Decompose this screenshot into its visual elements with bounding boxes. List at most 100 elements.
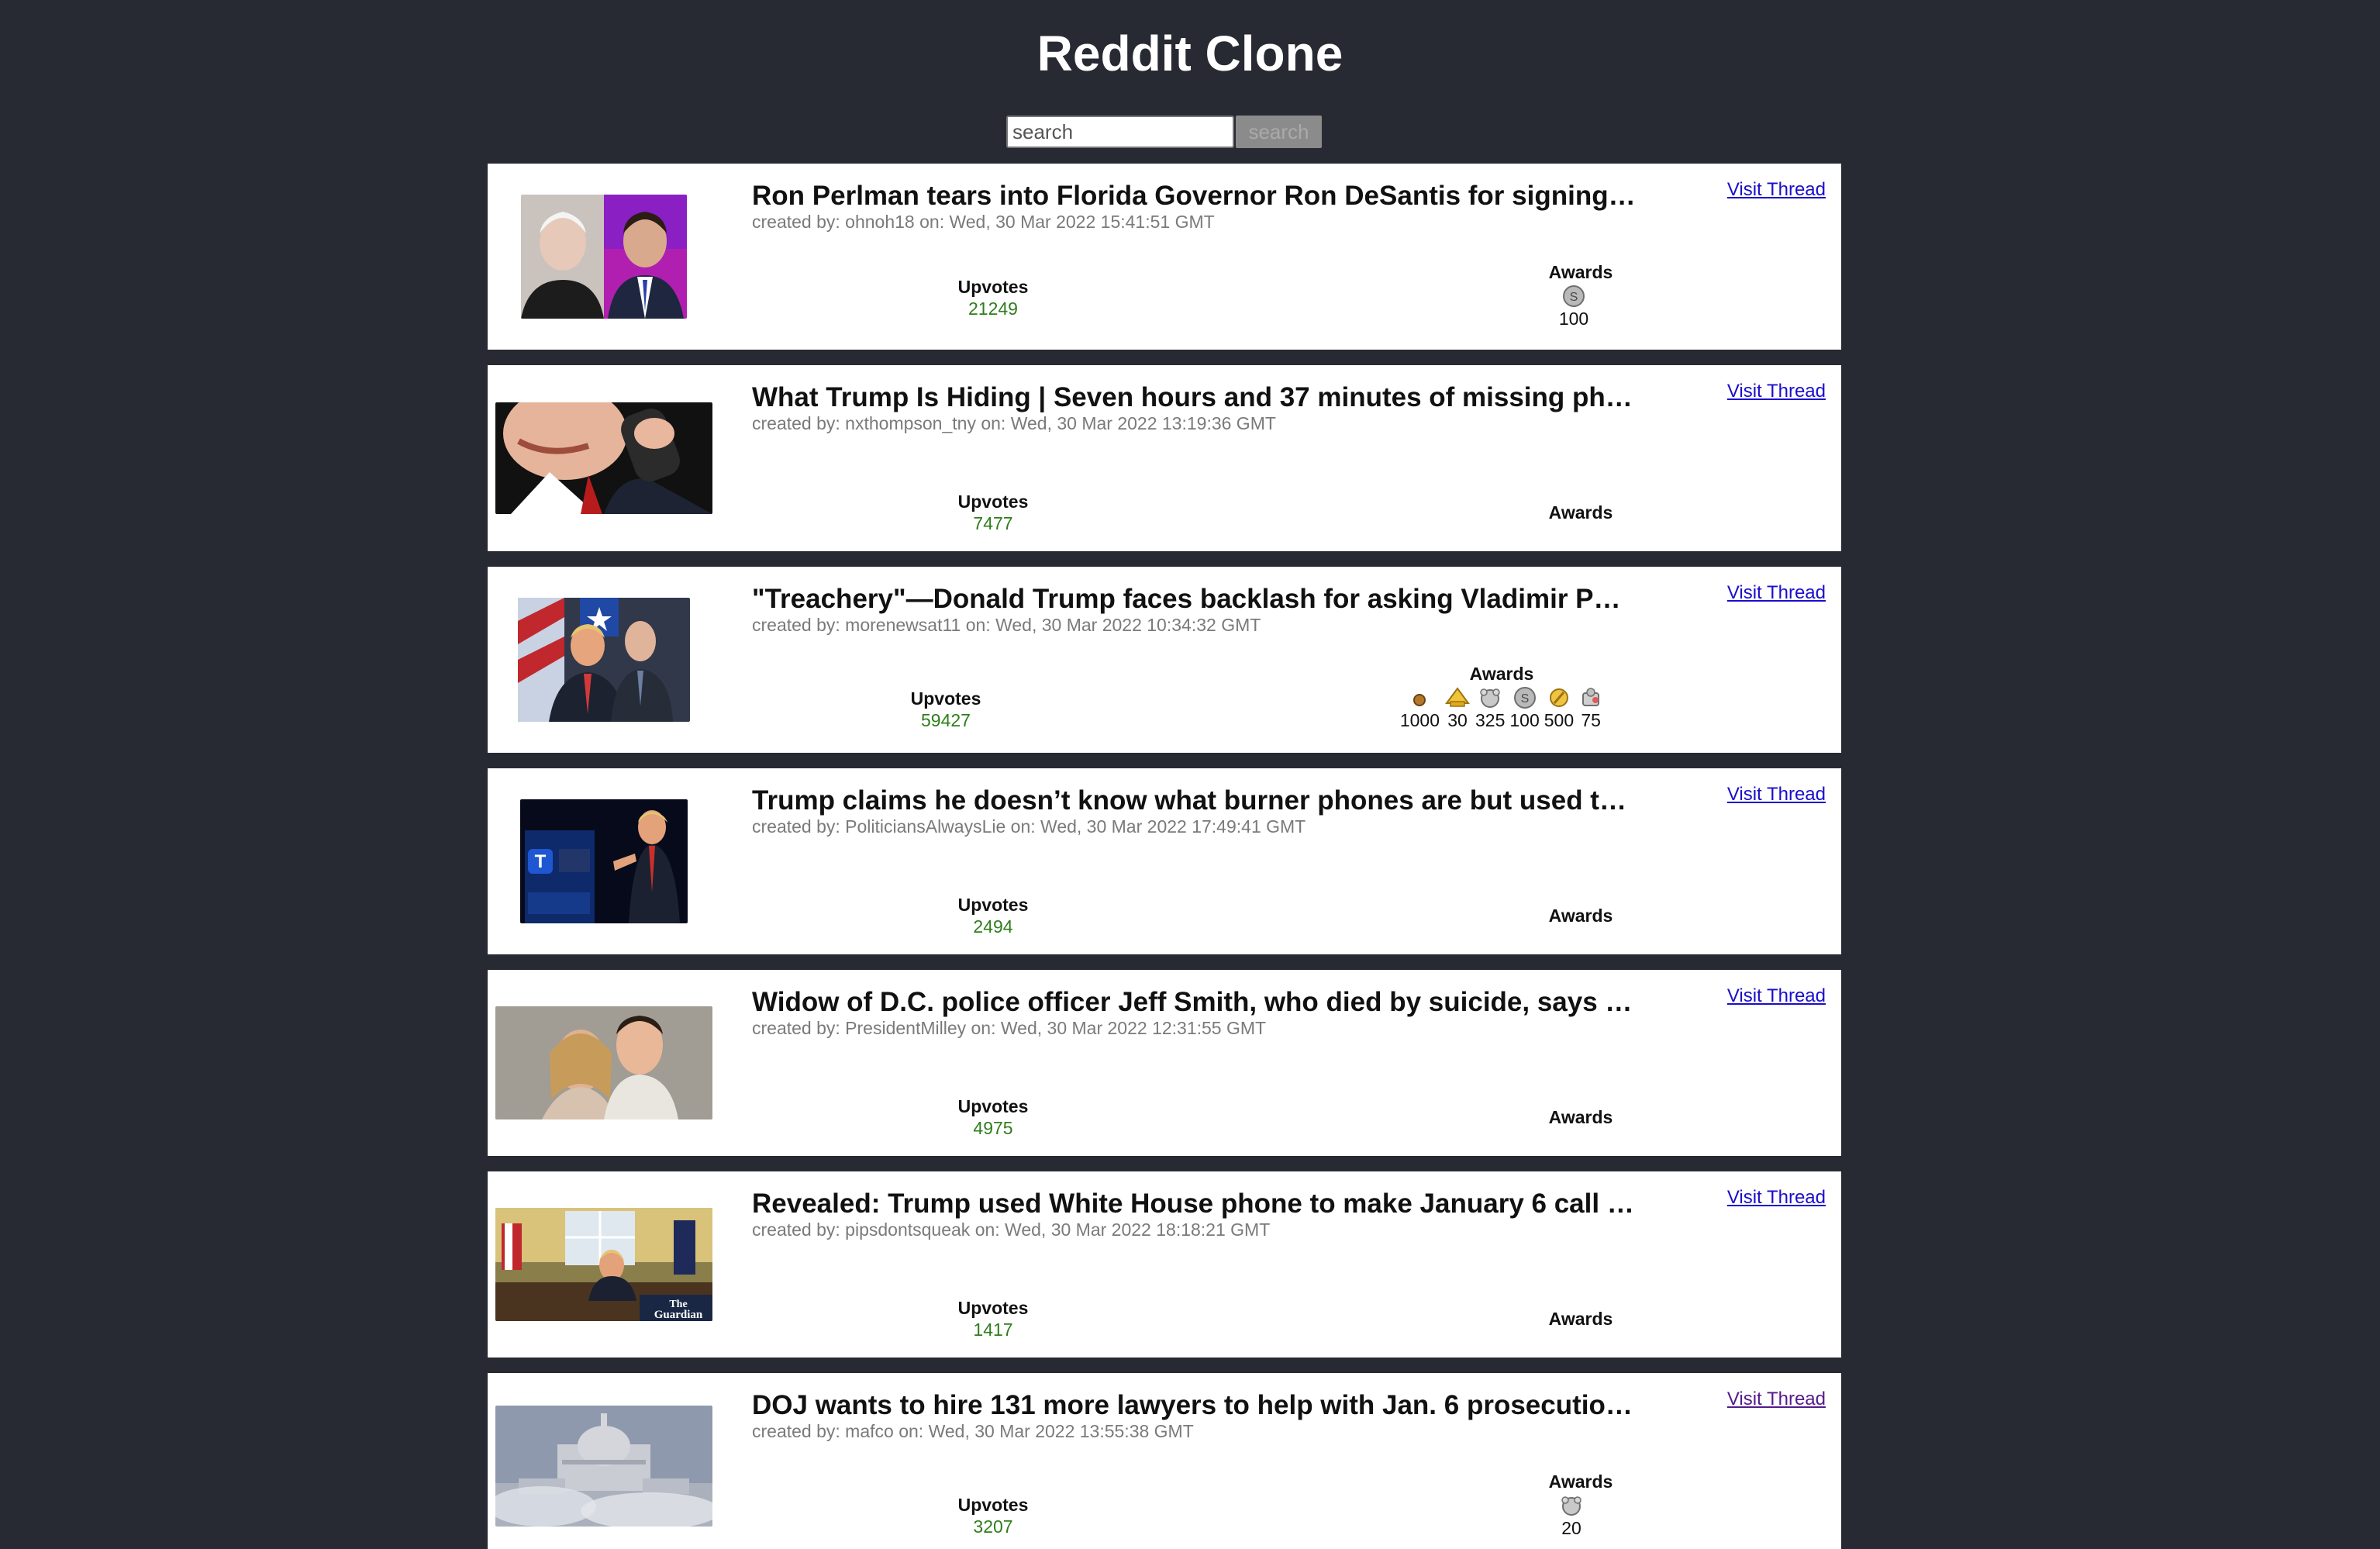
upvote-count: 4975: [973, 1118, 1013, 1138]
post-title: Revealed: Trump used White House phone t…: [752, 1188, 1636, 1219]
award-item: S 100: [1509, 686, 1540, 731]
post-card: "Treachery"—Donald Trump faces backlash …: [488, 567, 1841, 753]
upvote-count: 59427: [921, 710, 971, 730]
post-card: Ron Perlman tears into Florida Governor …: [488, 164, 1841, 350]
bronze-award-icon: [1413, 694, 1426, 706]
upvote-count: 7477: [973, 513, 1013, 533]
award-count: 100: [1509, 710, 1540, 730]
post-title: What Trump Is Hiding | Seven hours and 3…: [752, 382, 1636, 412]
thumbnail-image: T: [520, 799, 688, 923]
post-card: The Guardian Revealed: Trump used White …: [488, 1171, 1841, 1358]
visit-thread-link[interactable]: Visit Thread: [1727, 1389, 1826, 1410]
upvote-count: 3207: [973, 1516, 1013, 1537]
visit-thread-link[interactable]: Visit Thread: [1727, 381, 1826, 402]
post-thumbnail[interactable]: T: [488, 768, 720, 954]
upvotes-block: Upvotes 4975: [947, 1095, 1040, 1139]
award-item: 75: [1578, 686, 1603, 731]
visit-thread-link[interactable]: Visit Thread: [1727, 985, 1826, 1007]
thumbnail-image: The Guardian: [495, 1208, 712, 1321]
search-button[interactable]: search: [1236, 116, 1322, 148]
silver-wholesome-icon: [1480, 688, 1500, 708]
post-meta: created by: PresidentMilley on: Wed, 30 …: [752, 1018, 1267, 1038]
post-card: DOJ wants to hire 131 more lawyers to he…: [488, 1373, 1841, 1549]
awards-label: Awards: [1548, 262, 1613, 282]
award-count: 1000: [1399, 710, 1440, 730]
upvotes-block: Upvotes 1417: [947, 1297, 1040, 1340]
silver-award-icon: [1582, 688, 1600, 706]
app-title: Reddit Clone: [1037, 26, 1343, 81]
awards-block: Awards: [1511, 905, 1650, 926]
post-thumbnail[interactable]: [488, 970, 720, 1156]
post-card: T Trump claims he doesn’t know what burn…: [488, 768, 1841, 954]
post-card: Widow of D.C. police officer Jeff Smith,…: [488, 970, 1841, 1156]
silver-coin-icon: S: [1563, 285, 1585, 307]
award-count: 30: [1447, 710, 1468, 730]
gold-award-icon: [1445, 687, 1470, 707]
upvotes-label: Upvotes: [957, 1096, 1029, 1116]
post-title: Ron Perlman tears into Florida Governor …: [752, 181, 1636, 211]
upvote-count: 1417: [973, 1320, 1013, 1340]
award-count: 325: [1475, 710, 1506, 730]
post-thumbnail[interactable]: [488, 1373, 720, 1549]
awards-block: Awards: [1511, 1308, 1650, 1330]
award-item: 1000: [1400, 686, 1440, 731]
post-meta: created by: nxthompson_tny on: Wed, 30 M…: [752, 413, 1276, 433]
awards-block: Awards S 100: [1511, 261, 1650, 329]
visit-thread-link[interactable]: Visit Thread: [1727, 1187, 1826, 1209]
post-thumbnail[interactable]: [488, 567, 720, 753]
awards-block: Awards: [1511, 1106, 1650, 1128]
svg-text:T: T: [535, 851, 547, 872]
visit-thread-link[interactable]: Visit Thread: [1727, 179, 1826, 201]
award-item: 20: [1559, 1494, 1584, 1539]
upvotes-label: Upvotes: [957, 1298, 1029, 1318]
upvotes-block: Upvotes 21249: [947, 276, 1040, 319]
upvote-count: 21249: [968, 298, 1018, 319]
post-thumbnail[interactable]: The Guardian: [488, 1171, 720, 1358]
post-thumbnail[interactable]: [488, 365, 720, 551]
post-meta: created by: morenewsat11 on: Wed, 30 Mar…: [752, 615, 1261, 635]
upvote-count: 2494: [973, 916, 1013, 937]
thumbnail-image: [495, 1406, 712, 1527]
svg-text:S: S: [1570, 291, 1578, 304]
upvotes-label: Upvotes: [957, 895, 1029, 915]
upvotes-label: Upvotes: [910, 688, 981, 709]
award-count: 100: [1558, 309, 1589, 329]
svg-text:S: S: [1520, 692, 1529, 706]
award-item: 325: [1475, 686, 1505, 731]
awards-label: Awards: [1548, 1107, 1613, 1127]
thumbnail-image: [495, 1006, 712, 1119]
svg-text:Guardian: Guardian: [654, 1309, 703, 1321]
awards-block: Awards 1000 30 325 S 100 500 75: [1378, 663, 1626, 731]
award-item: 30: [1444, 686, 1471, 731]
awards-label: Awards: [1548, 906, 1613, 926]
page: Reddit Clone search search Ron Perlman t…: [0, 0, 2380, 1549]
post-meta: created by: PoliticiansAlwaysLie on: Wed…: [752, 816, 1306, 837]
upvotes-label: Upvotes: [957, 277, 1029, 297]
post-title: DOJ wants to hire 131 more lawyers to he…: [752, 1390, 1636, 1420]
thumbnail-image: [518, 598, 690, 722]
awards-block: Awards: [1511, 502, 1650, 523]
awards-label: Awards: [1548, 1309, 1613, 1329]
upvotes-label: Upvotes: [957, 1495, 1029, 1515]
thumbnail-image: [495, 402, 712, 514]
award-count: 75: [1581, 710, 1601, 730]
post-meta: created by: mafco on: Wed, 30 Mar 2022 1…: [752, 1421, 1194, 1441]
upvotes-block: Upvotes 3207: [947, 1494, 1040, 1537]
awards-block: Awards 20: [1511, 1471, 1650, 1539]
award-count: 20: [1561, 1518, 1581, 1538]
thumbnail-image: [521, 195, 687, 319]
search-input[interactable]: [1006, 116, 1234, 148]
visit-thread-link[interactable]: Visit Thread: [1727, 582, 1826, 604]
gold-helpful-icon: [1549, 688, 1568, 707]
post-title: Widow of D.C. police officer Jeff Smith,…: [752, 987, 1636, 1017]
upvotes-block: Upvotes 2494: [947, 894, 1040, 937]
post-title: Trump claims he doesn’t know what burner…: [752, 785, 1636, 816]
awards-label: Awards: [1469, 664, 1534, 684]
award-count: 500: [1544, 710, 1575, 730]
upvotes-label: Upvotes: [957, 492, 1029, 512]
silver-coin-icon: S: [1513, 687, 1536, 709]
awards-label: Awards: [1548, 1471, 1613, 1492]
visit-thread-link[interactable]: Visit Thread: [1727, 784, 1826, 806]
post-meta: created by: pipsdontsqueak on: Wed, 30 M…: [752, 1220, 1271, 1240]
post-thumbnail[interactable]: [488, 164, 720, 350]
